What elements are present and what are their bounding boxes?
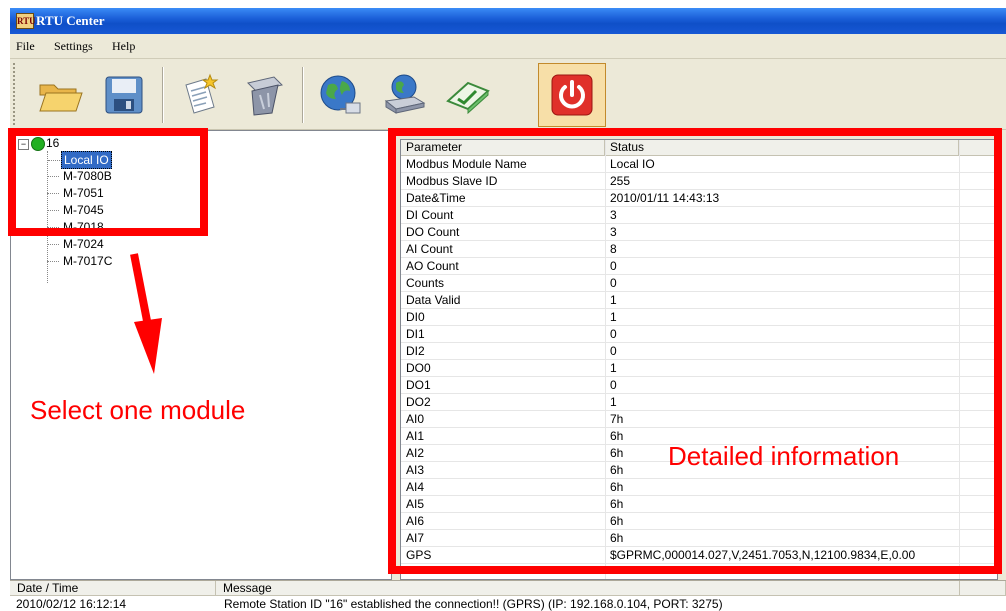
- tree-item-m-7017c[interactable]: M-7017C: [47, 253, 114, 269]
- app-logo-icon: RTU: [16, 13, 36, 29]
- annotation-detailed-info: Detailed information: [668, 441, 900, 471]
- open-book-check-icon[interactable]: [444, 71, 492, 119]
- log-header-message[interactable]: Message: [216, 581, 960, 596]
- toolbar-separator: [302, 67, 304, 123]
- log-message: Remote Station ID "16" established the c…: [224, 597, 723, 611]
- network-device-icon[interactable]: [380, 71, 428, 119]
- save-disk-icon[interactable]: [100, 71, 148, 119]
- recycle-bin-icon[interactable]: [240, 71, 288, 119]
- menu-bar: File Settings Help: [10, 34, 1006, 59]
- menu-file[interactable]: File: [16, 39, 35, 54]
- new-document-star-icon[interactable]: [176, 71, 224, 119]
- menu-help[interactable]: Help: [112, 39, 135, 54]
- power-icon[interactable]: [548, 71, 596, 119]
- tree-item-m-7024[interactable]: M-7024: [47, 236, 106, 252]
- toolbar-grip[interactable]: [13, 63, 17, 125]
- menu-settings[interactable]: Settings: [54, 39, 93, 54]
- message-log[interactable]: Date / Time Message 2010/02/12 16:12:14 …: [10, 580, 1006, 611]
- log-header-datetime[interactable]: Date / Time: [10, 581, 216, 596]
- globe-network-icon[interactable]: [316, 71, 364, 119]
- open-folder-icon[interactable]: [36, 71, 84, 119]
- highlight-box-detail-grid: [388, 128, 1002, 574]
- window-title: RTU Center: [36, 13, 105, 28]
- title-bar[interactable]: RTU RTU Center: [10, 8, 1006, 34]
- toolbar: [10, 59, 1006, 130]
- annotation-select-module: Select one module: [30, 395, 246, 425]
- toolbar-separator: [162, 67, 164, 123]
- annotation-arrow-icon: [130, 253, 162, 374]
- highlight-box-module-list: [8, 128, 208, 236]
- log-header-filler: [960, 581, 1006, 596]
- log-datetime: 2010/02/12 16:12:14: [16, 597, 127, 611]
